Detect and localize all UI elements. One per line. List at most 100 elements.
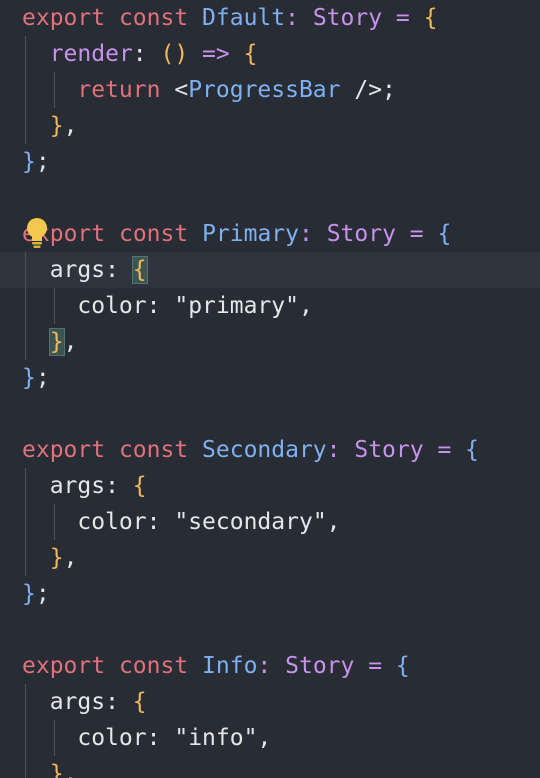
code-token: port — [49, 221, 119, 247]
code-token: => — [202, 41, 244, 67]
indent-guide — [54, 720, 55, 756]
code-token: { — [243, 41, 258, 67]
matched-bracket: { — [131, 256, 148, 284]
code-line[interactable]: }; — [0, 144, 540, 180]
code-token: { — [423, 5, 438, 31]
code-token: : — [146, 509, 175, 535]
code-token: "info" — [174, 725, 258, 751]
code-token: const — [118, 221, 203, 247]
code-token: } — [22, 365, 36, 391]
code-line[interactable]: }; — [0, 576, 540, 612]
code-token: : — [257, 653, 286, 679]
code-line[interactable]: export const Primary: Story = { — [0, 216, 540, 252]
code-token: color — [77, 509, 147, 535]
code-token: Story — [326, 221, 396, 247]
code-token: { — [437, 221, 452, 247]
code-token: "secondary" — [174, 509, 327, 535]
code-token: : — [105, 257, 133, 283]
code-line[interactable]: color: "primary", — [0, 288, 540, 324]
code-token: : — [146, 293, 175, 319]
code-token: args — [49, 689, 106, 715]
code-line[interactable]: color: "info", — [0, 720, 540, 756]
code-token: { — [132, 473, 147, 499]
code-token: } — [22, 149, 36, 175]
code-token: ; — [35, 365, 50, 391]
code-line[interactable]: color: "secondary", — [0, 504, 540, 540]
code-token: , — [298, 293, 313, 319]
matched-bracket: } — [48, 328, 65, 356]
code-token: Primary — [202, 221, 299, 247]
code-line[interactable]: export const Secondary: Story = { — [0, 432, 540, 468]
code-token: , — [63, 329, 78, 355]
indent-guide — [25, 684, 26, 778]
code-token: color — [77, 725, 147, 751]
code-token: : — [299, 221, 327, 247]
code-line[interactable] — [0, 612, 540, 648]
code-token: : — [285, 5, 313, 31]
code-line[interactable]: render: () => { — [0, 36, 540, 72]
code-token: export — [22, 437, 119, 463]
code-token: : — [132, 41, 161, 67]
code-token: export — [22, 5, 119, 31]
code-token: } — [22, 581, 36, 607]
code-editor[interactable]: export const Dfault: Story = { render: (… — [0, 0, 540, 778]
code-line[interactable] — [0, 180, 540, 216]
code-line[interactable]: }; — [0, 360, 540, 396]
code-line[interactable]: }, — [0, 756, 540, 778]
code-token: = — [423, 437, 466, 463]
code-token: : — [105, 473, 133, 499]
lightbulb-icon[interactable] — [24, 216, 50, 250]
code-line[interactable]: args: { — [0, 684, 540, 720]
code-token: , — [257, 725, 272, 751]
code-token: < — [174, 77, 189, 103]
code-line[interactable]: }, — [0, 108, 540, 144]
code-token: ; — [35, 581, 50, 607]
indent-guide — [25, 36, 26, 144]
code-token: () — [160, 41, 203, 67]
code-line[interactable]: args: { — [0, 468, 540, 504]
code-token: } — [49, 113, 64, 139]
code-token: } — [49, 545, 64, 571]
code-line[interactable]: return <ProgressBar />; — [0, 72, 540, 108]
code-token: const — [118, 653, 203, 679]
code-token: Dfault — [202, 5, 286, 31]
code-token: args — [49, 473, 106, 499]
code-token: { — [465, 437, 480, 463]
code-token: ; — [35, 149, 50, 175]
code-token: }, — [49, 761, 78, 778]
code-token: export — [22, 653, 119, 679]
code-token: ProgressBar — [188, 77, 341, 103]
code-token: const — [118, 437, 203, 463]
indent-guide — [25, 468, 26, 576]
code-token: { — [395, 653, 410, 679]
code-line[interactable]: }, — [0, 324, 540, 360]
code-token: = — [382, 5, 424, 31]
code-line[interactable] — [0, 396, 540, 432]
code-token: const — [118, 5, 203, 31]
indent-guide — [25, 252, 26, 360]
indent-guide — [54, 72, 55, 108]
code-token: />; — [340, 77, 396, 103]
code-token: = — [395, 221, 438, 247]
code-line[interactable]: export const Info: Story = { — [0, 648, 540, 684]
indent-guide — [54, 288, 55, 324]
code-line[interactable]: args: { — [0, 252, 540, 288]
code-token: , — [63, 545, 78, 571]
code-line[interactable]: export const Dfault: Story = { — [0, 0, 540, 36]
indent-guide — [54, 504, 55, 540]
code-token: Story — [312, 5, 383, 31]
code-token: args — [49, 257, 106, 283]
code-token: render — [49, 41, 133, 67]
code-line[interactable]: }, — [0, 540, 540, 576]
code-token: , — [326, 509, 341, 535]
